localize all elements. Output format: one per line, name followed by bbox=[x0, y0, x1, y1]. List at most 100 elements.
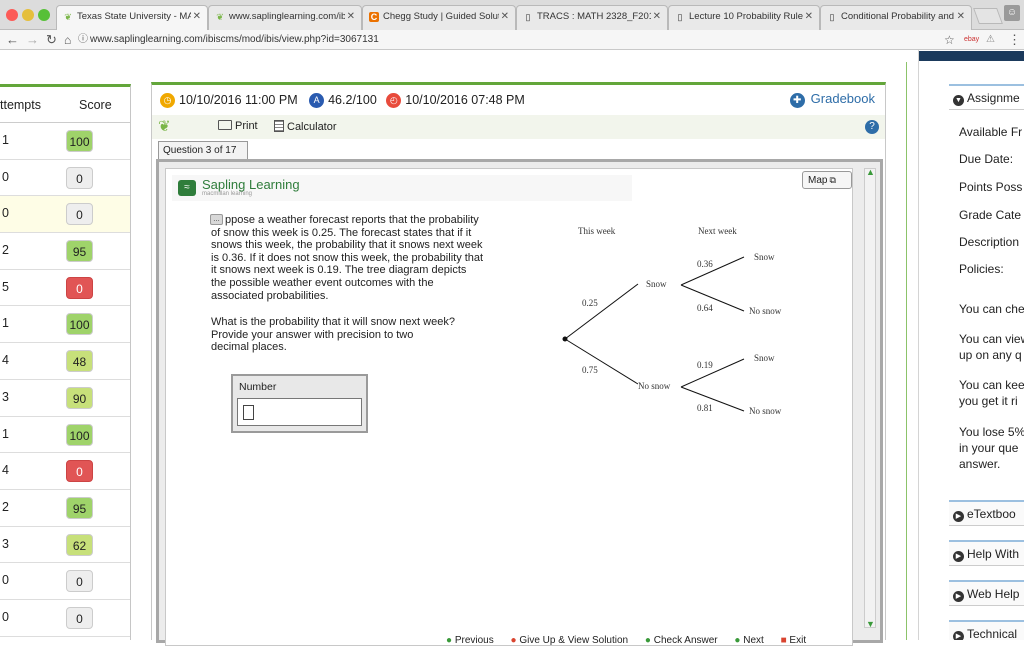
question-line: associated probabilities. bbox=[211, 289, 329, 302]
profile-icon[interactable]: ☺ bbox=[1004, 5, 1020, 21]
score-row[interactable]: 00 bbox=[0, 196, 130, 234]
score-badge: 95 bbox=[66, 240, 93, 263]
policy-2b: up on any q bbox=[959, 348, 1022, 362]
browser-tab[interactable]: ❦ Texas State University - MA ✕ bbox=[56, 5, 208, 31]
browser-tab[interactable]: ▯ Lecture 10 Probability Rules ✕ bbox=[668, 5, 820, 30]
minimize-window-button[interactable] bbox=[22, 9, 34, 21]
next-button[interactable]: ● Next bbox=[734, 635, 763, 646]
close-tab-icon[interactable]: ✕ bbox=[347, 6, 355, 28]
home-icon[interactable]: ⌂ bbox=[64, 32, 71, 48]
help-icon[interactable]: ? bbox=[865, 120, 879, 134]
help-with-section[interactable]: ▶ Help With bbox=[949, 540, 1024, 566]
number-label: Number bbox=[239, 381, 277, 393]
score-row[interactable]: 50 bbox=[0, 270, 130, 307]
prob-036: 0.36 bbox=[697, 259, 713, 269]
menu-icon[interactable]: ⋮ bbox=[1008, 32, 1021, 48]
give-up-button[interactable]: ● Give Up & View Solution bbox=[511, 635, 629, 646]
page-icon: ▯ bbox=[829, 12, 835, 22]
answer-input[interactable] bbox=[237, 398, 362, 426]
url-field[interactable]: www.saplinglearning.com/ibiscms/mod/ibis… bbox=[90, 32, 379, 48]
score-header: Score bbox=[79, 98, 112, 112]
map-button[interactable]: Map ⧉ bbox=[802, 171, 852, 189]
close-tab-icon[interactable]: ✕ bbox=[193, 6, 201, 28]
close-tab-icon[interactable]: ✕ bbox=[653, 6, 661, 28]
score-badge: 0 bbox=[66, 570, 93, 593]
policy-4b: in your que bbox=[959, 441, 1019, 455]
check-answer-button[interactable]: ● Check Answer bbox=[645, 635, 718, 646]
close-window-button[interactable] bbox=[6, 9, 18, 21]
score-row[interactable]: 1 100 bbox=[0, 306, 130, 344]
back-icon[interactable]: ← bbox=[6, 32, 19, 48]
score-row[interactable]: 00 bbox=[0, 563, 130, 600]
calculator-button[interactable]: Calculator bbox=[274, 120, 337, 133]
page-background-strip bbox=[0, 51, 1024, 81]
browser-tab[interactable]: ▯ Conditional Probability and ✕ bbox=[820, 5, 972, 30]
question-content: ≈ Sapling Learning macmillan learning Ma… bbox=[165, 168, 853, 646]
previous-icon: ● bbox=[446, 635, 453, 646]
gradebook-link[interactable]: ✚ Gradebook bbox=[789, 91, 875, 108]
etextbook-section[interactable]: ▶ eTextboo bbox=[949, 500, 1024, 526]
question-line: the possible weather event outcomes with… bbox=[211, 276, 434, 289]
previous-button[interactable]: ● Previous bbox=[446, 635, 494, 646]
technical-section[interactable]: ▶ Technical bbox=[949, 620, 1024, 640]
info-icon[interactable]: ⓘ bbox=[78, 32, 88, 48]
close-tab-icon[interactable]: ✕ bbox=[805, 6, 813, 28]
prob-081: 0.81 bbox=[697, 403, 713, 413]
alarm-icon: ◴ bbox=[386, 93, 402, 109]
prob-025: 0.25 bbox=[582, 298, 598, 308]
sapling-logo-icon: ≈ bbox=[178, 180, 196, 196]
attempts-value: 5 bbox=[2, 279, 9, 294]
close-tab-icon[interactable]: ✕ bbox=[957, 6, 965, 28]
score-row[interactable]: 00 bbox=[0, 160, 130, 197]
exit-button[interactable]: ■ Exit bbox=[781, 635, 807, 646]
score-row[interactable]: 2 95 bbox=[0, 490, 130, 527]
attempts-value: 0 bbox=[2, 609, 9, 624]
attempts-value: 2 bbox=[2, 243, 9, 258]
print-button[interactable]: Print bbox=[218, 120, 258, 132]
assignment-info-panel: ▼ Assignme Available Fr Due Date: Points … bbox=[918, 50, 1024, 640]
question-line: ppose a weather forecast reports that th… bbox=[225, 214, 479, 226]
score-badge: 48 bbox=[66, 350, 93, 373]
score-badge: 0 bbox=[66, 276, 93, 299]
scroll-up-icon[interactable]: ▲ bbox=[866, 167, 875, 177]
available-from-label: Available Fr bbox=[959, 125, 1023, 139]
new-tab-button[interactable] bbox=[973, 8, 1003, 24]
question-line: Provide your answer with precision to tw… bbox=[211, 328, 414, 341]
give-up-icon: ● bbox=[510, 635, 517, 646]
browser-tab[interactable]: C Chegg Study | Guided Solut ✕ bbox=[362, 5, 516, 30]
scroll-down-icon[interactable]: ▼ bbox=[866, 619, 875, 629]
maximize-window-button[interactable] bbox=[38, 9, 50, 21]
score-row[interactable]: 4 48 bbox=[0, 343, 130, 380]
grade-category-label: Grade Cate bbox=[959, 208, 1022, 222]
score-badge: 0 bbox=[66, 606, 93, 629]
chegg-icon: C bbox=[369, 12, 379, 22]
attempts-value: 0 bbox=[2, 573, 9, 588]
close-tab-icon[interactable]: ✕ bbox=[501, 6, 509, 28]
score-badge: 90 bbox=[66, 386, 93, 409]
forward-icon[interactable]: → bbox=[26, 32, 39, 48]
score-row[interactable]: 40 bbox=[0, 453, 130, 490]
assignment-section-header[interactable]: ▼ Assignme bbox=[949, 84, 1024, 110]
bookmark-star-icon[interactable]: ☆ bbox=[944, 32, 955, 48]
col-this-week: This week bbox=[578, 226, 616, 236]
browser-tab[interactable]: ▯ TRACS : MATH 2328_F2016 ✕ bbox=[516, 5, 668, 30]
score-row[interactable]: 2 95 bbox=[0, 233, 130, 270]
web-help-section[interactable]: ▶ Web Help bbox=[949, 580, 1024, 606]
question-scrollbar[interactable]: ▲ ▼ bbox=[864, 167, 876, 629]
assignment-main: ◷ 10/10/2016 11:00 PM A 46.2/100 ◴ 10/10/20… bbox=[151, 82, 886, 646]
question-line: is 0.36. If it does not snow this week, … bbox=[211, 251, 484, 264]
leaf-icon: ❦ bbox=[216, 12, 224, 22]
score-badge: 100 bbox=[66, 130, 93, 152]
score-row[interactable]: 1 100 bbox=[0, 123, 130, 160]
map-icon: ⧉ bbox=[829, 175, 836, 185]
ebay-extension-icon[interactable]: ebay bbox=[964, 32, 979, 48]
score-row[interactable]: 3 62 bbox=[0, 527, 130, 564]
score-row[interactable]: 3 90 bbox=[0, 380, 130, 417]
score-row[interactable]: 1 100 bbox=[0, 417, 130, 454]
reload-icon[interactable]: ↻ bbox=[46, 32, 57, 48]
browser-tab[interactable]: ❦ www.saplinglearning.com/ib ✕ bbox=[208, 5, 362, 30]
score-badge: 0 bbox=[66, 203, 93, 226]
extension-icon[interactable]: ⚠ bbox=[986, 32, 995, 48]
score-row[interactable]: 00 bbox=[0, 600, 130, 637]
policy-3a: You can kee bbox=[959, 378, 1024, 392]
